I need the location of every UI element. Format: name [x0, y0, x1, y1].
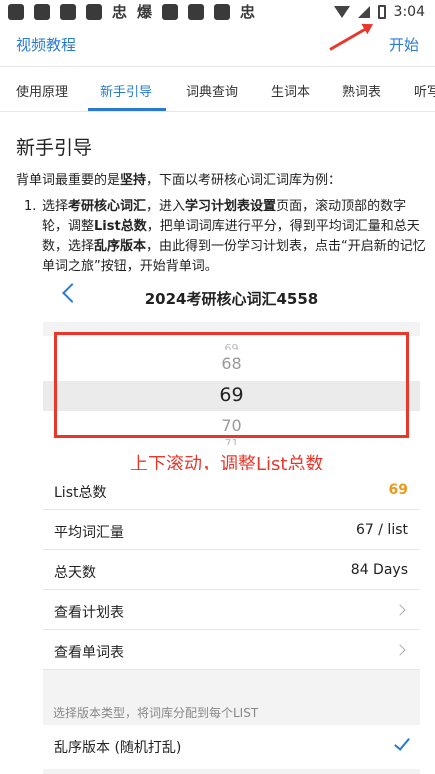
annotation-highlight-box	[54, 332, 409, 438]
step-keyword: 学习计划表设置	[185, 199, 277, 214]
row-view-plan[interactable]: 查看计划表	[43, 590, 420, 630]
row-total-days[interactable]: 总天数 84 Days	[43, 550, 420, 590]
notification-icon	[188, 4, 205, 20]
step-text: 选择考研核心词汇，进入学习计划表设置页面，滚动顶部的数字轮，调整List总数，把…	[42, 197, 432, 277]
notification-glyph: 忠	[112, 3, 128, 21]
step-keyword: 乱序版本	[94, 239, 147, 254]
notification-icon	[162, 4, 179, 20]
notification-glyph: 爆	[137, 3, 153, 21]
row-label: 乱序版本 (随机打乱)	[54, 740, 182, 756]
tab-indicator	[88, 108, 166, 111]
top-bar: 视频教程 开始	[0, 28, 435, 62]
row-label: 平均词汇量	[54, 525, 124, 541]
app-icon	[86, 4, 102, 20]
chevron-right-icon	[394, 604, 406, 616]
row-label: 查看单词表	[54, 645, 124, 661]
row-value: 67 / list	[356, 522, 408, 538]
row-value: 84 Days	[350, 562, 408, 578]
step-number: 1.	[24, 199, 37, 214]
notification-glyph: 忠	[240, 3, 256, 21]
row-view-wordlist[interactable]: 查看单词表	[43, 630, 420, 670]
row-shuffled-version[interactable]: 乱序版本 (随机打乱)	[43, 725, 420, 769]
step-fragment: 选择	[42, 199, 69, 214]
row-list-count[interactable]: List总数 69	[43, 470, 420, 510]
row-label: 总天数	[54, 565, 96, 581]
step-keyword: 考研核心词汇	[68, 199, 147, 214]
start-link[interactable]: 开始	[389, 34, 419, 55]
intro-text: 背单词最重要的是坚持，下面以考研核心词汇词库为例：	[16, 173, 342, 188]
tab-principle[interactable]: 使用原理	[16, 81, 68, 100]
wifi-icon	[333, 6, 350, 18]
tab-new-words[interactable]: 生词本	[271, 81, 310, 100]
step-fragment: ，进入	[146, 199, 186, 214]
tab-guide[interactable]: 新手引导	[100, 81, 152, 100]
row-average-words[interactable]: 平均词汇量 67 / list	[43, 510, 420, 550]
card-header: 2024考研核心词汇4558	[43, 276, 420, 322]
tab-known-words[interactable]: 熟词表	[342, 81, 381, 100]
checkmark-icon	[394, 734, 410, 751]
tab-dictionary[interactable]: 词典查询	[186, 81, 238, 100]
page-heading: 新手引导	[16, 137, 93, 159]
notification-icon	[34, 4, 50, 20]
notification-icon	[60, 4, 76, 20]
video-tutorial-link[interactable]: 视频教程	[16, 34, 76, 55]
row-value: 69	[388, 482, 408, 498]
signal-icon	[357, 6, 370, 18]
picker-value: 71	[224, 437, 239, 445]
battery-icon	[377, 5, 386, 19]
notification-icon	[8, 4, 24, 20]
row-label: List总数	[54, 485, 107, 501]
chevron-right-icon	[394, 644, 406, 656]
tab-bar: 使用原理 新手引导 词典查询 生词本 熟词表 听写	[0, 66, 435, 112]
tab-dictation[interactable]: 听写	[414, 81, 435, 100]
section-label: 选择版本类型，将词库分配到每个LIST	[53, 706, 259, 720]
row-label: 查看计划表	[54, 605, 124, 621]
clock: 3:04	[393, 4, 425, 20]
notification-icon	[214, 4, 231, 20]
card-title: 2024考研核心词汇4558	[144, 290, 319, 308]
step-keyword: List总数	[94, 219, 147, 234]
